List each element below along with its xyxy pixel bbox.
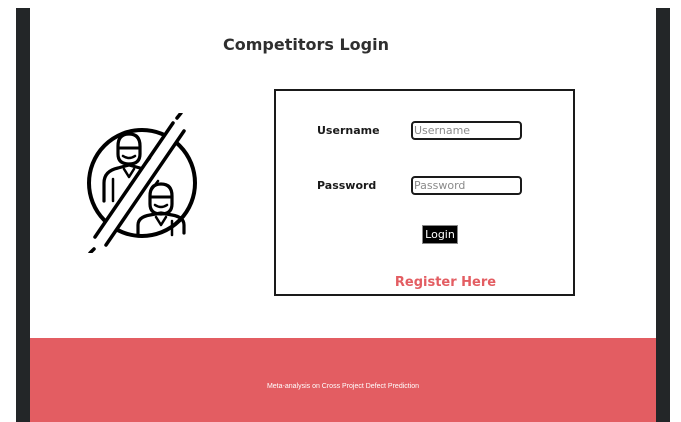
footer-text: Meta-analysis on Cross Project Defect Pr… bbox=[266, 383, 420, 390]
footer: Meta-analysis on Cross Project Defect Pr… bbox=[30, 338, 656, 422]
login-form: Username Password Login Register Here bbox=[274, 89, 575, 296]
no-competitors-icon bbox=[80, 111, 205, 255]
page-frame-left bbox=[16, 8, 30, 422]
page-frame-right bbox=[656, 8, 670, 422]
register-link[interactable]: Register Here bbox=[276, 275, 573, 290]
password-input[interactable] bbox=[411, 176, 522, 195]
main-content: Competitors Login Username Username Pass… bbox=[30, 8, 656, 338]
username-input[interactable] bbox=[411, 121, 522, 140]
login-button[interactable]: Login bbox=[422, 225, 458, 244]
page-title: Competitors Login bbox=[223, 35, 389, 54]
password-label: Password bbox=[317, 179, 377, 192]
username-label: Username bbox=[317, 124, 380, 137]
